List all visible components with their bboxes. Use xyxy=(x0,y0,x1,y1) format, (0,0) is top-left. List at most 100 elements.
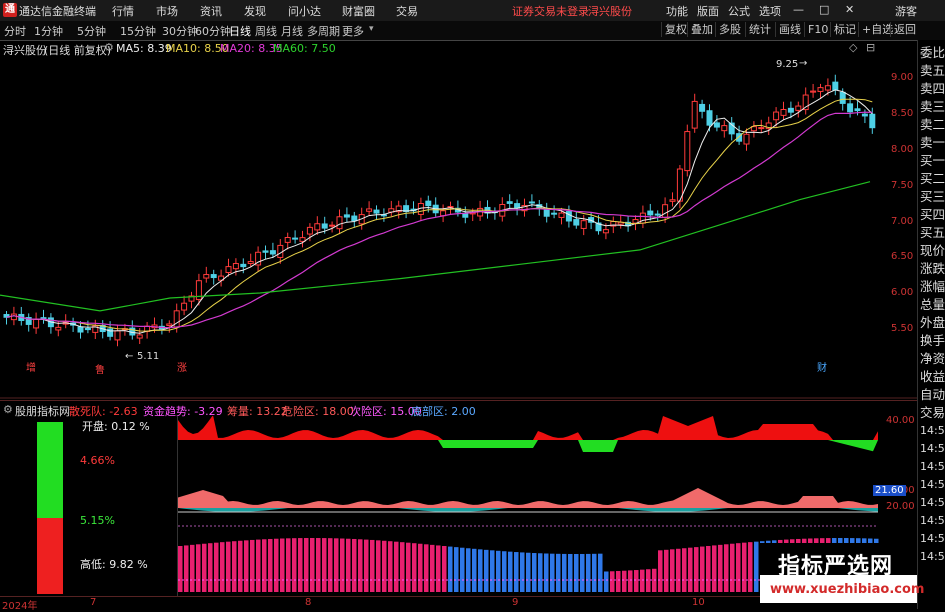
chevron-down-icon[interactable]: ▾ xyxy=(369,24,374,34)
menu-discover[interactable]: 发现 xyxy=(244,3,266,19)
zone-bar xyxy=(430,544,435,592)
gear-icon[interactable]: ⚙ xyxy=(104,41,114,54)
red-bar xyxy=(37,518,63,594)
period-5min[interactable]: 5分钟 xyxy=(77,23,106,39)
stock-name-title: 浔兴股份 xyxy=(588,5,632,18)
zone-bar xyxy=(358,539,363,592)
side-outer[interactable]: 外盘 xyxy=(920,314,945,332)
side-buy4[interactable]: 买四 xyxy=(920,206,945,224)
tool-back[interactable]: 返回 xyxy=(890,22,919,37)
tool-rights[interactable]: 复权 xyxy=(661,22,690,37)
candle-body xyxy=(269,250,276,255)
candle-body xyxy=(114,330,121,341)
zone-bar xyxy=(580,553,585,592)
menu-wealth[interactable]: 财富圈 xyxy=(342,3,375,19)
period-30min[interactable]: 30分钟 xyxy=(162,23,198,39)
side-earnings[interactable]: 收益 xyxy=(920,368,945,386)
side-price[interactable]: 现价 xyxy=(920,242,945,260)
login-status[interactable]: 证券交易未登录 xyxy=(512,3,589,19)
arrow-right-icon: → xyxy=(799,58,808,69)
candle-body xyxy=(743,133,750,145)
guest-label[interactable]: 游客 xyxy=(895,3,917,19)
price-tick-750: 7.50 xyxy=(891,180,914,191)
tool-overlay[interactable]: 叠加 xyxy=(687,22,716,37)
menu-xiaoda[interactable]: 问小达 xyxy=(288,3,321,19)
collapse-icon[interactable]: ⊟ xyxy=(866,41,875,54)
tag-zhang[interactable]: 涨 xyxy=(177,359,187,374)
candle-body xyxy=(425,200,432,207)
zone-bar xyxy=(670,549,675,592)
zone-bar xyxy=(496,550,501,592)
diamond-icon[interactable]: ◇ xyxy=(849,41,857,54)
zone-bar xyxy=(472,548,477,592)
zone-bar xyxy=(334,538,339,592)
tool-mark[interactable]: 标记 xyxy=(830,22,859,37)
menu-formula[interactable]: 公式 xyxy=(728,3,750,19)
menu-options[interactable]: 选项 xyxy=(759,3,781,19)
side-change[interactable]: 涨跌 xyxy=(920,260,945,278)
zone-bar xyxy=(442,546,447,592)
candle-body xyxy=(773,111,780,121)
candle-body xyxy=(55,326,62,331)
candle-body xyxy=(343,214,350,218)
side-trade[interactable]: 交易 xyxy=(920,404,945,422)
side-net-assets[interactable]: 净资 xyxy=(920,350,945,368)
menu-function[interactable]: 功能 xyxy=(666,3,688,19)
candlestick-chart[interactable] xyxy=(0,56,917,400)
menu-trade[interactable]: 交易 xyxy=(396,3,418,19)
tag-lu[interactable]: 鲁 xyxy=(95,361,105,376)
zone-bar xyxy=(424,544,429,592)
tag-zeng[interactable]: 增 xyxy=(26,359,36,374)
zone-bar xyxy=(316,538,321,592)
tool-multistock[interactable]: 多股 xyxy=(715,22,744,37)
period-daily[interactable]: 日线 xyxy=(229,23,251,39)
side-sell4[interactable]: 卖四 xyxy=(920,80,945,98)
side-sell1[interactable]: 卖一 xyxy=(920,134,945,152)
zone-bar xyxy=(352,538,357,592)
candle-body xyxy=(861,113,868,117)
side-sell2[interactable]: 卖二 xyxy=(920,116,945,134)
candle-body xyxy=(824,85,831,91)
side-buy5[interactable]: 买五 xyxy=(920,224,945,242)
minimize-button[interactable]: — xyxy=(793,3,804,16)
period-60min[interactable]: 60分钟 xyxy=(195,23,231,39)
tool-stats[interactable]: 统计 xyxy=(745,22,774,37)
zone-bar xyxy=(340,538,345,592)
side-volume[interactable]: 总量 xyxy=(920,296,945,314)
zone-bar xyxy=(412,543,417,592)
side-change-pct[interactable]: 涨幅 xyxy=(920,278,945,296)
trade-time-6: 14:56 xyxy=(920,514,945,527)
period-multi[interactable]: 多周期 xyxy=(307,23,340,39)
period-15min[interactable]: 15分钟 xyxy=(120,23,156,39)
period-weekly[interactable]: 周线 xyxy=(255,23,277,39)
side-sell3[interactable]: 卖三 xyxy=(920,98,945,116)
volume-area xyxy=(178,488,878,512)
period-monthly[interactable]: 月线 xyxy=(281,23,303,39)
period-1min[interactable]: 1分钟 xyxy=(34,23,63,39)
gear-icon[interactable]: ⚙ xyxy=(3,403,13,416)
tool-draw[interactable]: 画线 xyxy=(775,22,804,37)
price-tick-900: 9.00 xyxy=(891,72,914,83)
close-button[interactable]: ✕ xyxy=(845,3,854,16)
menu-market-center[interactable]: 市场 xyxy=(156,3,178,19)
side-sell5[interactable]: 卖五 xyxy=(920,62,945,80)
maximize-button[interactable]: □ xyxy=(819,3,829,16)
menu-market[interactable]: 行情 xyxy=(112,3,134,19)
hilo-label: 高低: 9.82 % xyxy=(80,558,148,571)
tag-cai[interactable]: 财 xyxy=(817,359,827,374)
side-buy3[interactable]: 买三 xyxy=(920,188,945,206)
period-more[interactable]: 更多 xyxy=(342,23,364,39)
menu-news[interactable]: 资讯 xyxy=(200,3,222,19)
period-fenshi[interactable]: 分时 xyxy=(4,23,26,39)
side-buy1[interactable]: 买一 xyxy=(920,152,945,170)
side-turnover[interactable]: 换手 xyxy=(920,332,945,350)
volume-fill xyxy=(178,488,878,508)
side-weibi[interactable]: 委比 xyxy=(920,44,945,62)
candle-body xyxy=(240,263,247,268)
candle-body xyxy=(558,212,565,218)
side-auto[interactable]: 自动 xyxy=(920,386,945,404)
side-buy2[interactable]: 买二 xyxy=(920,170,945,188)
menu-layout[interactable]: 版面 xyxy=(697,3,719,19)
zone-bar xyxy=(502,551,507,592)
tool-f10[interactable]: F10 xyxy=(804,22,831,37)
